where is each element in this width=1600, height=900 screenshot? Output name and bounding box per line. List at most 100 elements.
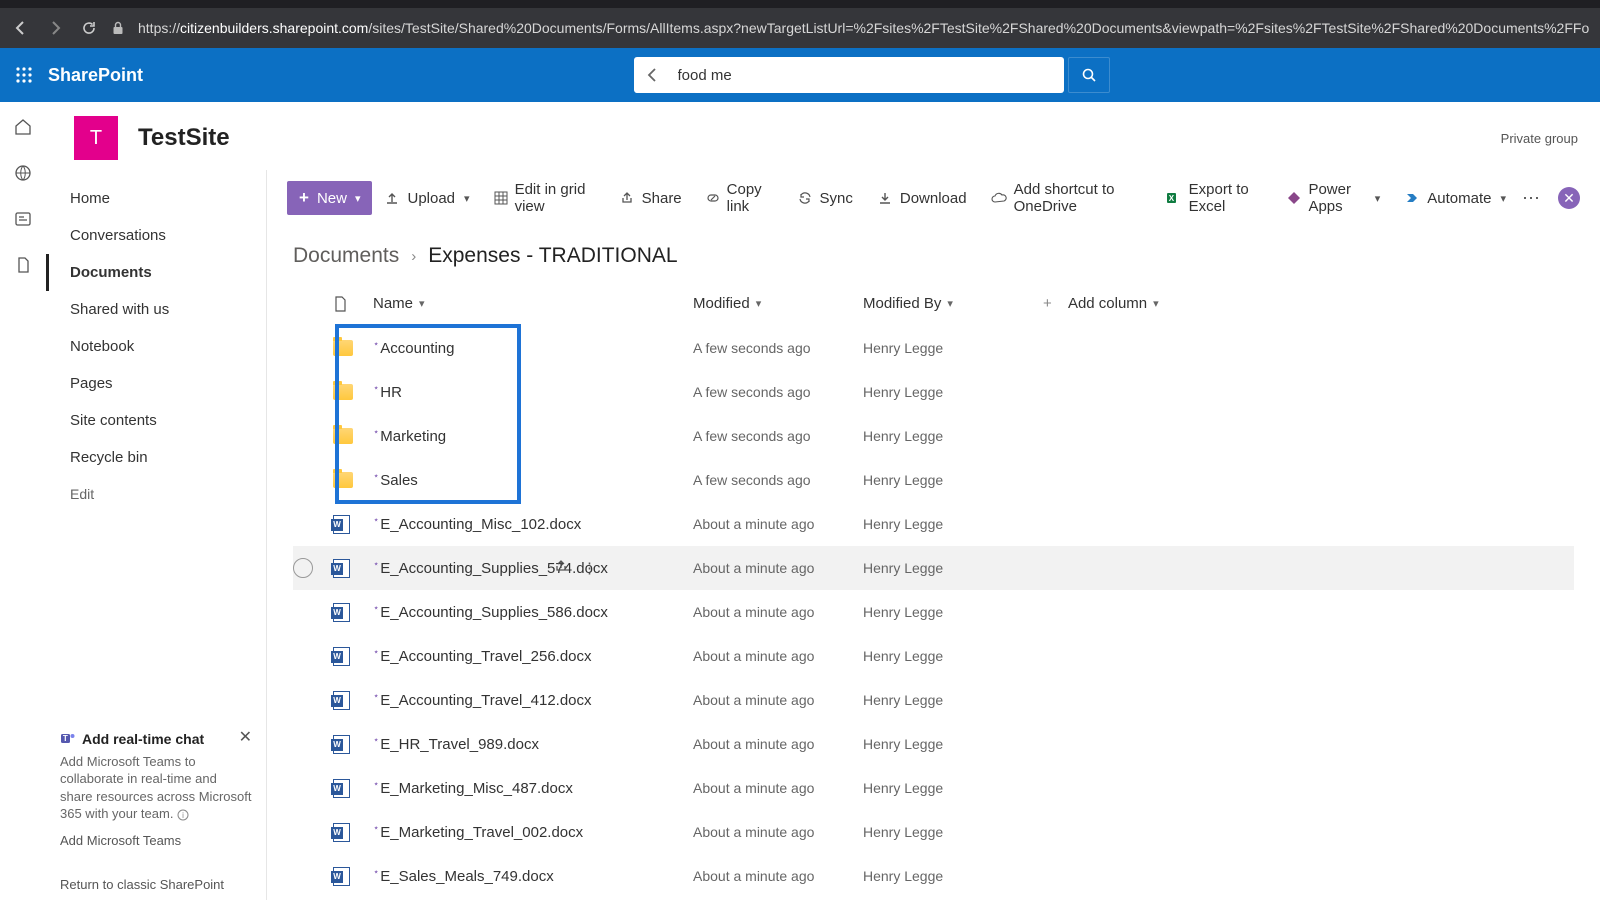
item-modified: About a minute ago — [693, 868, 863, 884]
item-name[interactable]: ⋆E_Accounting_Misc_102.docx — [373, 515, 581, 533]
table-row[interactable]: ⋆Marketing A few seconds agoHenry Legge — [293, 414, 1574, 458]
item-modified: About a minute ago — [693, 692, 863, 708]
globe-icon[interactable] — [12, 162, 34, 184]
table-row[interactable]: ⋆SalesA few seconds agoHenry Legge — [293, 458, 1574, 502]
search-back-button[interactable] — [634, 66, 672, 84]
column-header-modified-by[interactable]: Modified By▾ — [863, 295, 1043, 312]
browser-forward-button[interactable] — [44, 17, 66, 39]
item-name[interactable]: ⋆E_Accounting_Supplies_586.docx — [373, 603, 608, 621]
item-modified-by[interactable]: Henry Legge — [863, 340, 1043, 356]
item-modified-by[interactable]: Henry Legge — [863, 428, 1043, 444]
item-name[interactable]: ⋆E_Marketing_Travel_002.docx — [373, 823, 583, 841]
sidebar-item-notebook[interactable]: Notebook — [46, 328, 266, 365]
nav-edit-link[interactable]: Edit — [46, 476, 266, 512]
site-logo[interactable]: T — [74, 116, 118, 160]
info-icon[interactable]: i — [177, 809, 189, 821]
share-button[interactable]: Share — [607, 181, 694, 215]
more-button[interactable]: ⋯ — [1518, 185, 1544, 211]
table-row[interactable]: ⋆E_Accounting_Supplies_586.docxAbout a m… — [293, 590, 1574, 634]
row-more-icon[interactable]: ⋮ — [582, 559, 597, 577]
item-name[interactable]: ⋆Accounting — [373, 339, 454, 357]
site-name[interactable]: TestSite — [138, 124, 230, 152]
table-row[interactable]: ⋆E_HR_Travel_989.docxAbout a minute agoH… — [293, 722, 1574, 766]
copy-link-button[interactable]: Copy link — [694, 181, 785, 215]
news-icon[interactable] — [12, 208, 34, 230]
item-modified-by[interactable]: Henry Legge — [863, 516, 1043, 532]
item-name[interactable]: ⋆E_Accounting_Travel_256.docx — [373, 647, 592, 665]
item-modified-by[interactable]: Henry Legge — [863, 736, 1043, 752]
return-classic-link[interactable]: Return to classic SharePoint — [60, 877, 224, 892]
item-name[interactable]: ⋆E_Marketing_Misc_487.docx — [373, 779, 573, 797]
table-row[interactable]: ⋆E_Accounting_Travel_412.docx About a min… — [293, 678, 1574, 722]
files-icon[interactable] — [12, 254, 34, 276]
item-modified-by[interactable]: Henry Legge — [863, 780, 1043, 796]
app-launcher-button[interactable] — [0, 66, 48, 84]
word-doc-icon — [333, 647, 350, 666]
table-row[interactable]: ⋆E_Accounting_Supplies_574.docx⋮About a … — [293, 546, 1574, 590]
table-row[interactable]: ⋆E_Marketing_Travel_002.docxAbout a minu… — [293, 810, 1574, 854]
download-button[interactable]: Download — [865, 181, 979, 215]
search-submit-button[interactable] — [1068, 57, 1110, 93]
file-list: Name▾ Modified▾ Modified By▾ + Add colum… — [267, 272, 1600, 900]
column-header-type[interactable] — [333, 296, 373, 312]
upload-button[interactable]: Upload▾ — [372, 181, 481, 215]
home-icon[interactable] — [12, 116, 34, 138]
row-share-icon[interactable] — [554, 559, 568, 577]
sidebar-item-home[interactable]: Home — [46, 180, 266, 217]
search-input[interactable] — [672, 67, 1064, 84]
shortcut-button[interactable]: Add shortcut to OneDrive — [979, 181, 1154, 215]
new-button[interactable]: +New▾ — [287, 181, 372, 215]
item-name[interactable]: ⋆E_Sales_Meals_749.docx — [373, 867, 554, 885]
item-modified-by[interactable]: Henry Legge — [863, 648, 1043, 664]
powerapps-button[interactable]: Power Apps▾ — [1275, 181, 1392, 215]
close-panel-button[interactable]: ✕ — [1558, 187, 1580, 209]
automate-icon — [1404, 191, 1420, 205]
item-name[interactable]: ⋆HR — [373, 383, 402, 401]
breadcrumb-root[interactable]: Documents — [293, 244, 399, 268]
folder-icon — [333, 384, 353, 400]
row-select-checkbox[interactable] — [293, 558, 313, 578]
column-header-modified[interactable]: Modified▾ — [693, 295, 863, 312]
browser-reload-button[interactable] — [78, 17, 100, 39]
automate-button[interactable]: Automate▾ — [1392, 181, 1518, 215]
table-row[interactable]: ⋆HRA few seconds agoHenry Legge — [293, 370, 1574, 414]
item-name[interactable]: ⋆E_HR_Travel_989.docx — [373, 735, 539, 753]
table-row[interactable]: ⋆E_Marketing_Misc_487.docxAbout a minute… — [293, 766, 1574, 810]
new-indicator-icon: ⋆ — [373, 603, 379, 614]
table-row[interactable]: ⋆E_Accounting_Travel_256.docxAbout a min… — [293, 634, 1574, 678]
sidebar-item-site-contents[interactable]: Site contents — [46, 402, 266, 439]
item-modified-by[interactable]: Henry Legge — [863, 692, 1043, 708]
item-modified-by[interactable]: Henry Legge — [863, 868, 1043, 884]
item-modified: A few seconds ago — [693, 340, 863, 356]
item-name[interactable]: ⋆Marketing — [373, 427, 446, 445]
sync-button[interactable]: Sync — [785, 181, 865, 215]
sidebar-item-shared-with-us[interactable]: Shared with us — [46, 291, 266, 328]
item-modified-by[interactable]: Henry Legge — [863, 824, 1043, 840]
add-teams-link[interactable]: Add Microsoft Teams — [60, 833, 252, 848]
item-name[interactable]: ⋆Sales — [373, 471, 418, 489]
upload-icon — [384, 191, 400, 205]
sidebar-item-documents[interactable]: Documents — [46, 254, 266, 291]
item-modified-by[interactable]: Henry Legge — [863, 604, 1043, 620]
close-icon[interactable]: ✕ — [239, 727, 252, 747]
sidebar-item-conversations[interactable]: Conversations — [46, 217, 266, 254]
item-modified: A few seconds ago — [693, 428, 863, 444]
sidebar-item-recycle-bin[interactable]: Recycle bin — [46, 439, 266, 476]
sidebar-item-pages[interactable]: Pages — [46, 365, 266, 402]
item-name[interactable]: ⋆E_Accounting_Travel_412.docx — [373, 691, 592, 709]
browser-back-button[interactable] — [10, 17, 32, 39]
table-row[interactable]: ⋆E_Sales_Meals_749.docx About a minute ag… — [293, 854, 1574, 898]
table-row[interactable]: ⋆E_Accounting_Misc_102.docxAbout a minut… — [293, 502, 1574, 546]
edit-grid-button[interactable]: Edit in grid view — [482, 181, 607, 215]
table-row[interactable]: ⋆Accounting A few seconds agoHenry Legge — [293, 326, 1574, 370]
sync-icon — [797, 191, 813, 205]
item-modified-by[interactable]: Henry Legge — [863, 472, 1043, 488]
url-text[interactable]: https://citizenbuilders.sharepoint.com/s… — [138, 20, 1590, 36]
export-excel-button[interactable]: XExport to Excel — [1154, 181, 1276, 215]
add-column-button[interactable]: + Add column▾ — [1043, 295, 1243, 312]
item-modified-by[interactable]: Henry Legge — [863, 384, 1043, 400]
item-modified-by[interactable]: Henry Legge — [863, 560, 1043, 576]
brand-label[interactable]: SharePoint — [48, 65, 143, 86]
teams-icon: T — [60, 731, 76, 747]
column-header-name[interactable]: Name▾ — [373, 295, 693, 312]
